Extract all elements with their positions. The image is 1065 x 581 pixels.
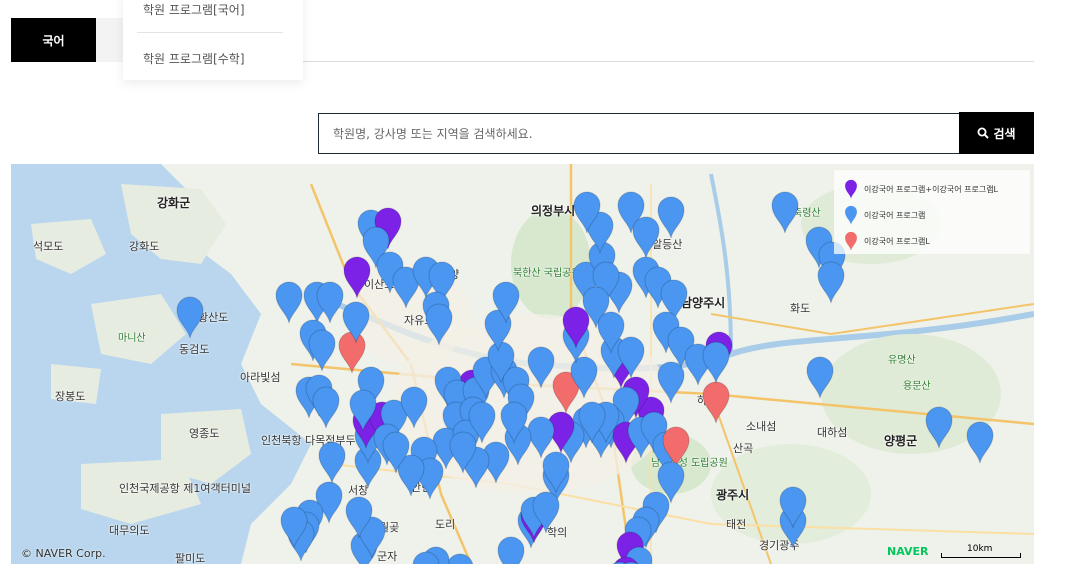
place-label: 도리 (435, 518, 456, 531)
naver-logo: NAVER (887, 545, 929, 558)
place-label: 마니산 (118, 333, 146, 344)
legend-item-program: 이강국어 프로그램 (844, 205, 925, 225)
place-label: 유명산 (888, 355, 916, 366)
program-dropdown: 학원 프로그램[국어] 학원 프로그램[수학] (123, 0, 303, 80)
legend-item-combined: 이강국어 프로그램+이강국어 프로그램L (844, 179, 998, 199)
map-marker[interactable] (491, 280, 521, 324)
place-label: 소내섬 (746, 420, 777, 433)
map-marker[interactable] (596, 310, 626, 354)
tab-korean[interactable]: 국어 (11, 18, 96, 62)
place-label: 산곡 (733, 442, 754, 455)
map-marker[interactable] (770, 190, 800, 234)
place-label: 강화도 (129, 240, 160, 253)
map-marker[interactable] (572, 190, 602, 234)
search-input[interactable] (333, 126, 959, 141)
map-marker[interactable] (541, 450, 571, 494)
place-label: 아라빛섬 (240, 371, 281, 384)
academy-map[interactable]: 강화군 석모도 강화도 마니산 황산도 동검도 장봉도 영종도 인천국제공항 제1여객터미널 대무… (11, 164, 1034, 564)
place-label: 의정부시 (531, 204, 576, 218)
map-marker[interactable] (279, 505, 309, 549)
place-label: 석모도 (33, 240, 64, 253)
legend-marker-icon (845, 205, 857, 225)
map-marker[interactable] (701, 340, 731, 384)
scale-bar (941, 553, 1021, 558)
place-label: 대하섬 (817, 426, 848, 439)
place-label: 광주시 (716, 488, 750, 502)
place-label: 동검도 (179, 343, 210, 356)
map-marker[interactable] (616, 560, 646, 564)
place-label: 대무의도 (109, 524, 150, 537)
place-label: 장봉도 (55, 390, 86, 403)
map-marker[interactable] (701, 380, 731, 424)
map-marker[interactable] (448, 430, 478, 474)
map-marker[interactable] (424, 302, 454, 346)
map-marker[interactable] (965, 420, 995, 464)
map-marker[interactable] (531, 490, 561, 534)
place-label: 태전 (726, 518, 747, 531)
map-legend: 이강국어 프로그램+이강국어 프로그램L 이강국어 프로그램 이강국어 프로그램… (834, 170, 1030, 254)
legend-item-program-l: 이강국어 프로그램L (844, 231, 930, 251)
dropdown-item-math-program[interactable]: 학원 프로그램[수학] (143, 50, 245, 67)
map-marker[interactable] (381, 430, 411, 474)
place-label: 영종도 (189, 427, 220, 440)
dropdown-divider (137, 32, 283, 33)
map-copyright: © NAVER Corp. (21, 547, 106, 560)
place-label: 인천국제공항 제1여객터미널 (119, 482, 251, 495)
map-marker[interactable] (344, 495, 374, 539)
map-marker[interactable] (656, 195, 686, 239)
search-button-label: 검색 (993, 126, 1016, 141)
map-marker[interactable] (317, 440, 347, 484)
legend-marker-icon (845, 231, 857, 251)
place-label: 용문산 (903, 381, 931, 392)
place-label: 강화군 (157, 196, 191, 210)
dropdown-item-korean-program[interactable]: 학원 프로그램[국어] (143, 1, 245, 18)
map-marker[interactable] (175, 295, 205, 339)
map-marker[interactable] (341, 300, 371, 344)
map-marker[interactable] (499, 400, 529, 444)
map-marker[interactable] (924, 405, 954, 449)
search-button[interactable]: 검색 (959, 112, 1034, 154)
map-marker[interactable] (816, 260, 846, 304)
map-marker[interactable] (311, 385, 341, 429)
map-marker[interactable] (577, 400, 607, 444)
place-label: 화도 (790, 302, 811, 315)
legend-label: 이강국어 프로그램L (864, 236, 930, 246)
map-marker[interactable] (399, 385, 429, 429)
map-marker[interactable] (411, 550, 441, 564)
map-scale: 10km (941, 544, 1021, 558)
place-label: 양평군 (884, 434, 918, 448)
search-icon (977, 127, 990, 139)
map-marker[interactable] (805, 355, 835, 399)
legend-label: 이강국어 프로그램+이강국어 프로그램L (864, 184, 999, 194)
legend-label: 이강국어 프로그램 (864, 210, 926, 220)
legend-marker-icon (845, 179, 857, 199)
search-box (318, 113, 960, 154)
map-marker[interactable] (778, 485, 808, 529)
map-marker[interactable] (307, 328, 337, 372)
page: 국어 수학 학원 프로그램[국어] 학원 프로그램[수학] 검색 (0, 0, 1065, 581)
place-label: 팔미도 (175, 552, 206, 564)
